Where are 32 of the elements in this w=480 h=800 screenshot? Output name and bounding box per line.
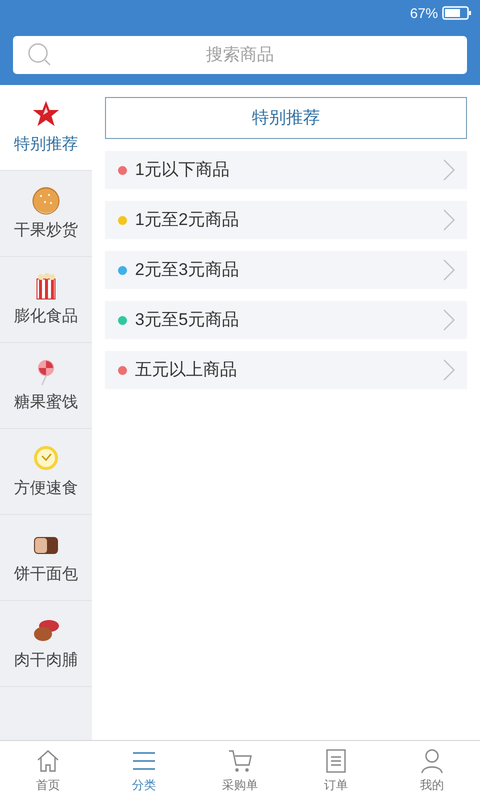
category-item[interactable]: 糖果蜜饯	[0, 343, 92, 429]
category-item[interactable]: 特别推荐	[0, 85, 92, 171]
cart-icon	[227, 748, 253, 774]
chevron-right-icon	[443, 159, 455, 181]
home-icon	[35, 748, 61, 774]
price-range-item[interactable]: 3元至5元商品	[105, 301, 467, 339]
tab-bar-item[interactable]: 订单	[288, 741, 384, 800]
chevron-right-icon	[443, 259, 455, 281]
cookie-icon	[31, 184, 61, 214]
section-title: 特别推荐	[105, 97, 467, 139]
category-item[interactable]: 干果炒货	[0, 171, 92, 257]
category-item[interactable]: 肉干肉脯	[0, 601, 92, 687]
tab-bar-item[interactable]: 分类	[96, 741, 192, 800]
price-range-item[interactable]: 2元至3元商品	[105, 251, 467, 289]
price-range-item[interactable]: 五元以上商品	[105, 351, 467, 389]
chevron-right-icon	[443, 209, 455, 231]
search-icon	[27, 42, 53, 68]
star-icon	[31, 98, 61, 128]
chevron-right-icon	[443, 359, 455, 381]
chevron-right-icon	[443, 309, 455, 331]
battery-icon	[442, 6, 472, 20]
battery-percentage: 67%	[410, 4, 438, 22]
tab-bar-item[interactable]: 采购单	[192, 741, 288, 800]
person-icon	[419, 748, 445, 774]
price-range-item[interactable]: 1元以下商品	[105, 151, 467, 189]
search-field[interactable]: 搜索商品	[13, 36, 467, 74]
tab-bar-item[interactable]: 我的	[384, 741, 480, 800]
tab-bar-item[interactable]: 首页	[0, 741, 96, 800]
category-item[interactable]: 饼干面包	[0, 515, 92, 601]
category-item[interactable]: 方便速食	[0, 429, 92, 515]
category-item[interactable]: 膨化食品	[0, 257, 92, 343]
price-range-item[interactable]: 1元至2元商品	[105, 201, 467, 239]
